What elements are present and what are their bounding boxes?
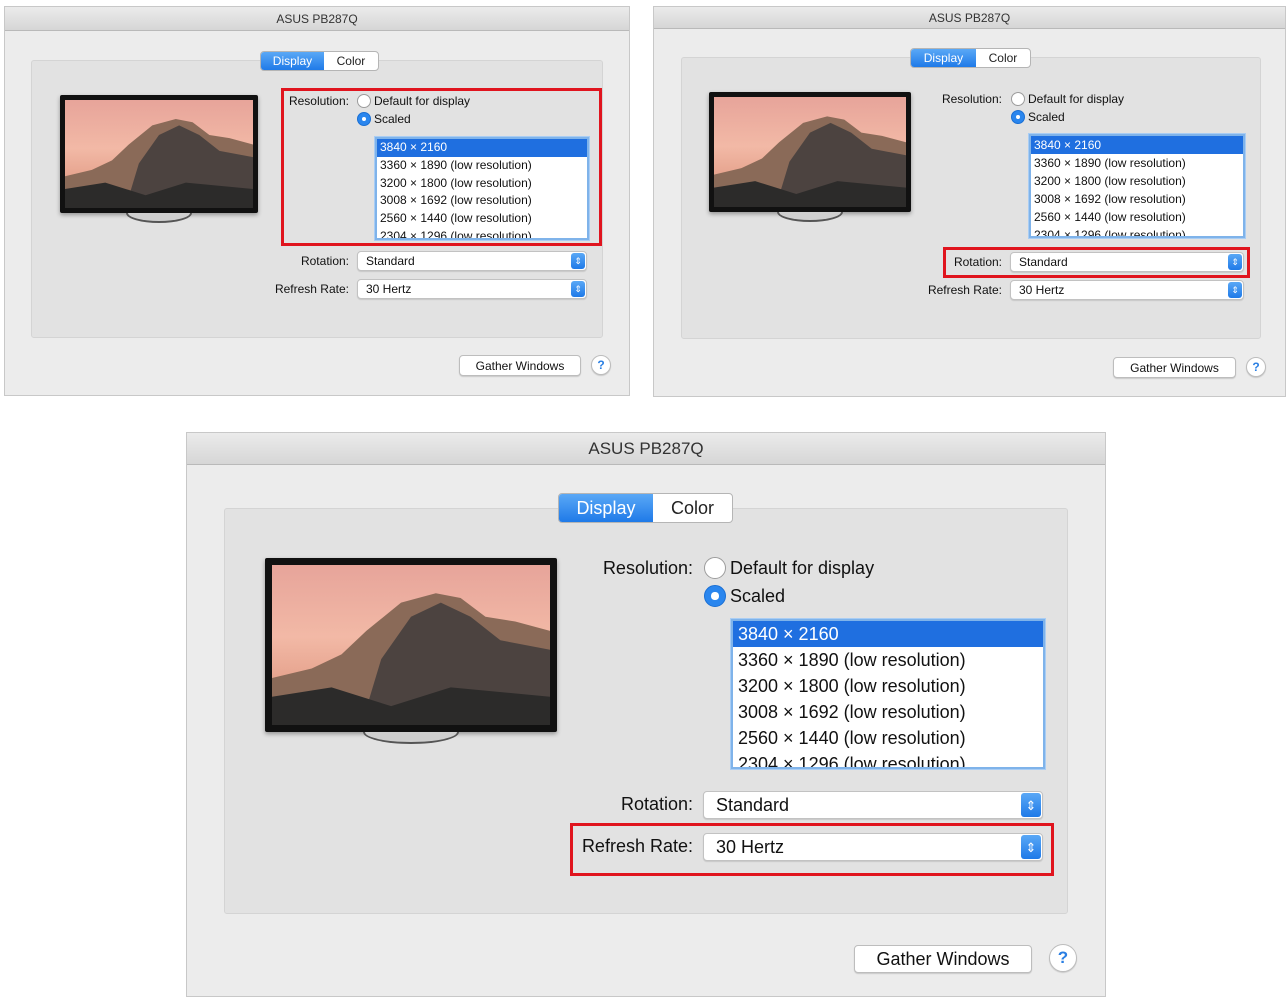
refresh-rate-label: Refresh Rate: — [274, 282, 349, 296]
resolution-option[interactable]: 3840 × 2160 — [377, 139, 587, 157]
rotation-select[interactable]: Standard ⇕ — [1010, 252, 1244, 272]
resolution-list[interactable]: 3840 × 2160 3360 × 1890 (low resolution)… — [375, 137, 589, 240]
refresh-rate-value: 30 Hertz — [366, 282, 412, 296]
window-title: ASUS PB287Q — [276, 12, 358, 26]
scaled-radio[interactable] — [1011, 110, 1025, 124]
up-down-chevron-icon: ⇕ — [571, 281, 585, 297]
tab-color[interactable]: Color — [976, 49, 1030, 67]
resolution-option[interactable]: 3008 × 1692 (low resolution) — [733, 699, 1043, 725]
rotation-select[interactable]: Standard ⇕ — [357, 251, 587, 271]
scaled-radio[interactable] — [704, 585, 726, 607]
resolution-option[interactable]: 3200 × 1800 (low resolution) — [1031, 172, 1243, 190]
resolution-option[interactable]: 2304 × 1296 (low resolution) — [1031, 226, 1243, 236]
up-down-chevron-icon: ⇕ — [1228, 254, 1242, 270]
default-for-display-label: Default for display — [1028, 92, 1125, 106]
scaled-radio[interactable] — [357, 112, 371, 126]
rotation-label: Rotation: — [300, 254, 349, 268]
up-down-chevron-icon: ⇕ — [571, 253, 585, 269]
resolution-option[interactable]: 2304 × 1296 (low resolution) — [377, 228, 587, 238]
rotation-value: Standard — [716, 795, 790, 815]
help-icon[interactable]: ? — [591, 355, 611, 375]
tab-display[interactable]: Display — [911, 49, 976, 67]
default-for-display-radio[interactable] — [1011, 92, 1025, 106]
gather-windows-button[interactable]: Gather Windows — [854, 945, 1032, 973]
rotation-label: Rotation: — [620, 794, 693, 814]
help-icon[interactable]: ? — [1049, 944, 1077, 972]
refresh-rate-select[interactable]: 30 Hertz ⇕ — [1010, 280, 1244, 300]
up-down-chevron-icon: ⇕ — [1021, 835, 1041, 859]
refresh-rate-select[interactable]: 30 Hertz ⇕ — [703, 833, 1043, 861]
help-icon[interactable]: ? — [1246, 357, 1266, 377]
refresh-rate-select[interactable]: 30 Hertz ⇕ — [357, 279, 587, 299]
display-prefs-window-top-right: ASUS PB287Q Display Color Resolution: De… — [653, 6, 1286, 397]
monitor-preview-icon — [709, 92, 911, 225]
monitor-preview-icon — [265, 558, 557, 744]
resolution-label: Resolution: — [288, 94, 349, 108]
window-title: ASUS PB287Q — [928, 11, 1011, 25]
resolution-list[interactable]: 3840 × 2160 3360 × 1890 (low resolution)… — [731, 619, 1045, 769]
resolution-option[interactable]: 3200 × 1800 (low resolution) — [377, 175, 587, 193]
tab-display[interactable]: Display — [559, 494, 653, 522]
tab-color[interactable]: Color — [653, 494, 732, 522]
resolution-option[interactable]: 2560 × 1440 (low resolution) — [1031, 208, 1243, 226]
default-for-display-label: Default for display — [374, 94, 471, 108]
tab-color[interactable]: Color — [324, 52, 378, 70]
rotation-value: Standard — [1019, 255, 1068, 269]
display-prefs-window-top-left: ASUS PB287Q Display Color Resolution: De… — [4, 6, 630, 396]
resolution-option[interactable]: 3360 × 1890 (low resolution) — [733, 647, 1043, 673]
default-for-display-label: Default for display — [730, 558, 875, 578]
gather-windows-button[interactable]: Gather Windows — [459, 355, 581, 376]
rotation-label: Rotation: — [953, 255, 1002, 269]
scaled-label: Scaled — [374, 112, 411, 126]
window-title: ASUS PB287Q — [588, 439, 704, 458]
refresh-rate-label: Refresh Rate: — [581, 836, 693, 856]
resolution-option[interactable]: 3200 × 1800 (low resolution) — [733, 673, 1043, 699]
tab-bar: Display Color — [260, 51, 379, 71]
resolution-option[interactable]: 3360 × 1890 (low resolution) — [377, 157, 587, 175]
resolution-option[interactable]: 3008 × 1692 (low resolution) — [377, 192, 587, 210]
gather-windows-button[interactable]: Gather Windows — [1113, 357, 1236, 378]
scaled-label: Scaled — [730, 586, 786, 606]
resolution-option[interactable]: 3008 × 1692 (low resolution) — [1031, 190, 1243, 208]
refresh-rate-value: 30 Hertz — [1019, 283, 1065, 297]
monitor-preview-icon — [60, 95, 258, 225]
title-bar: ASUS PB287Q — [5, 7, 629, 31]
resolution-option[interactable]: 2304 × 1296 (low resolution) — [733, 751, 1043, 767]
title-bar: ASUS PB287Q — [654, 7, 1285, 29]
default-for-display-radio[interactable] — [704, 557, 726, 579]
resolution-option[interactable]: 2560 × 1440 (low resolution) — [733, 725, 1043, 751]
title-bar: ASUS PB287Q — [187, 433, 1105, 465]
refresh-rate-value: 30 Hertz — [716, 837, 785, 857]
up-down-chevron-icon: ⇕ — [1021, 793, 1041, 817]
tab-bar: Display Color — [910, 48, 1031, 68]
scaled-label: Scaled — [1028, 110, 1065, 124]
resolution-label: Resolution: — [602, 558, 693, 578]
resolution-option[interactable]: 2560 × 1440 (low resolution) — [377, 210, 587, 228]
display-prefs-window-bottom: ASUS PB287Q Display Color Resolution: De… — [186, 432, 1106, 997]
rotation-value: Standard — [366, 254, 415, 268]
resolution-option[interactable]: 3840 × 2160 — [733, 621, 1043, 647]
up-down-chevron-icon: ⇕ — [1228, 282, 1242, 298]
tab-bar: Display Color — [558, 493, 733, 523]
resolution-list[interactable]: 3840 × 2160 3360 × 1890 (low resolution)… — [1029, 134, 1245, 238]
resolution-label: Resolution: — [941, 92, 1002, 106]
refresh-rate-label: Refresh Rate: — [927, 283, 1002, 297]
tab-display[interactable]: Display — [261, 52, 324, 70]
resolution-option[interactable]: 3840 × 2160 — [1031, 136, 1243, 154]
rotation-select[interactable]: Standard ⇕ — [703, 791, 1043, 819]
resolution-option[interactable]: 3360 × 1890 (low resolution) — [1031, 154, 1243, 172]
default-for-display-radio[interactable] — [357, 94, 371, 108]
